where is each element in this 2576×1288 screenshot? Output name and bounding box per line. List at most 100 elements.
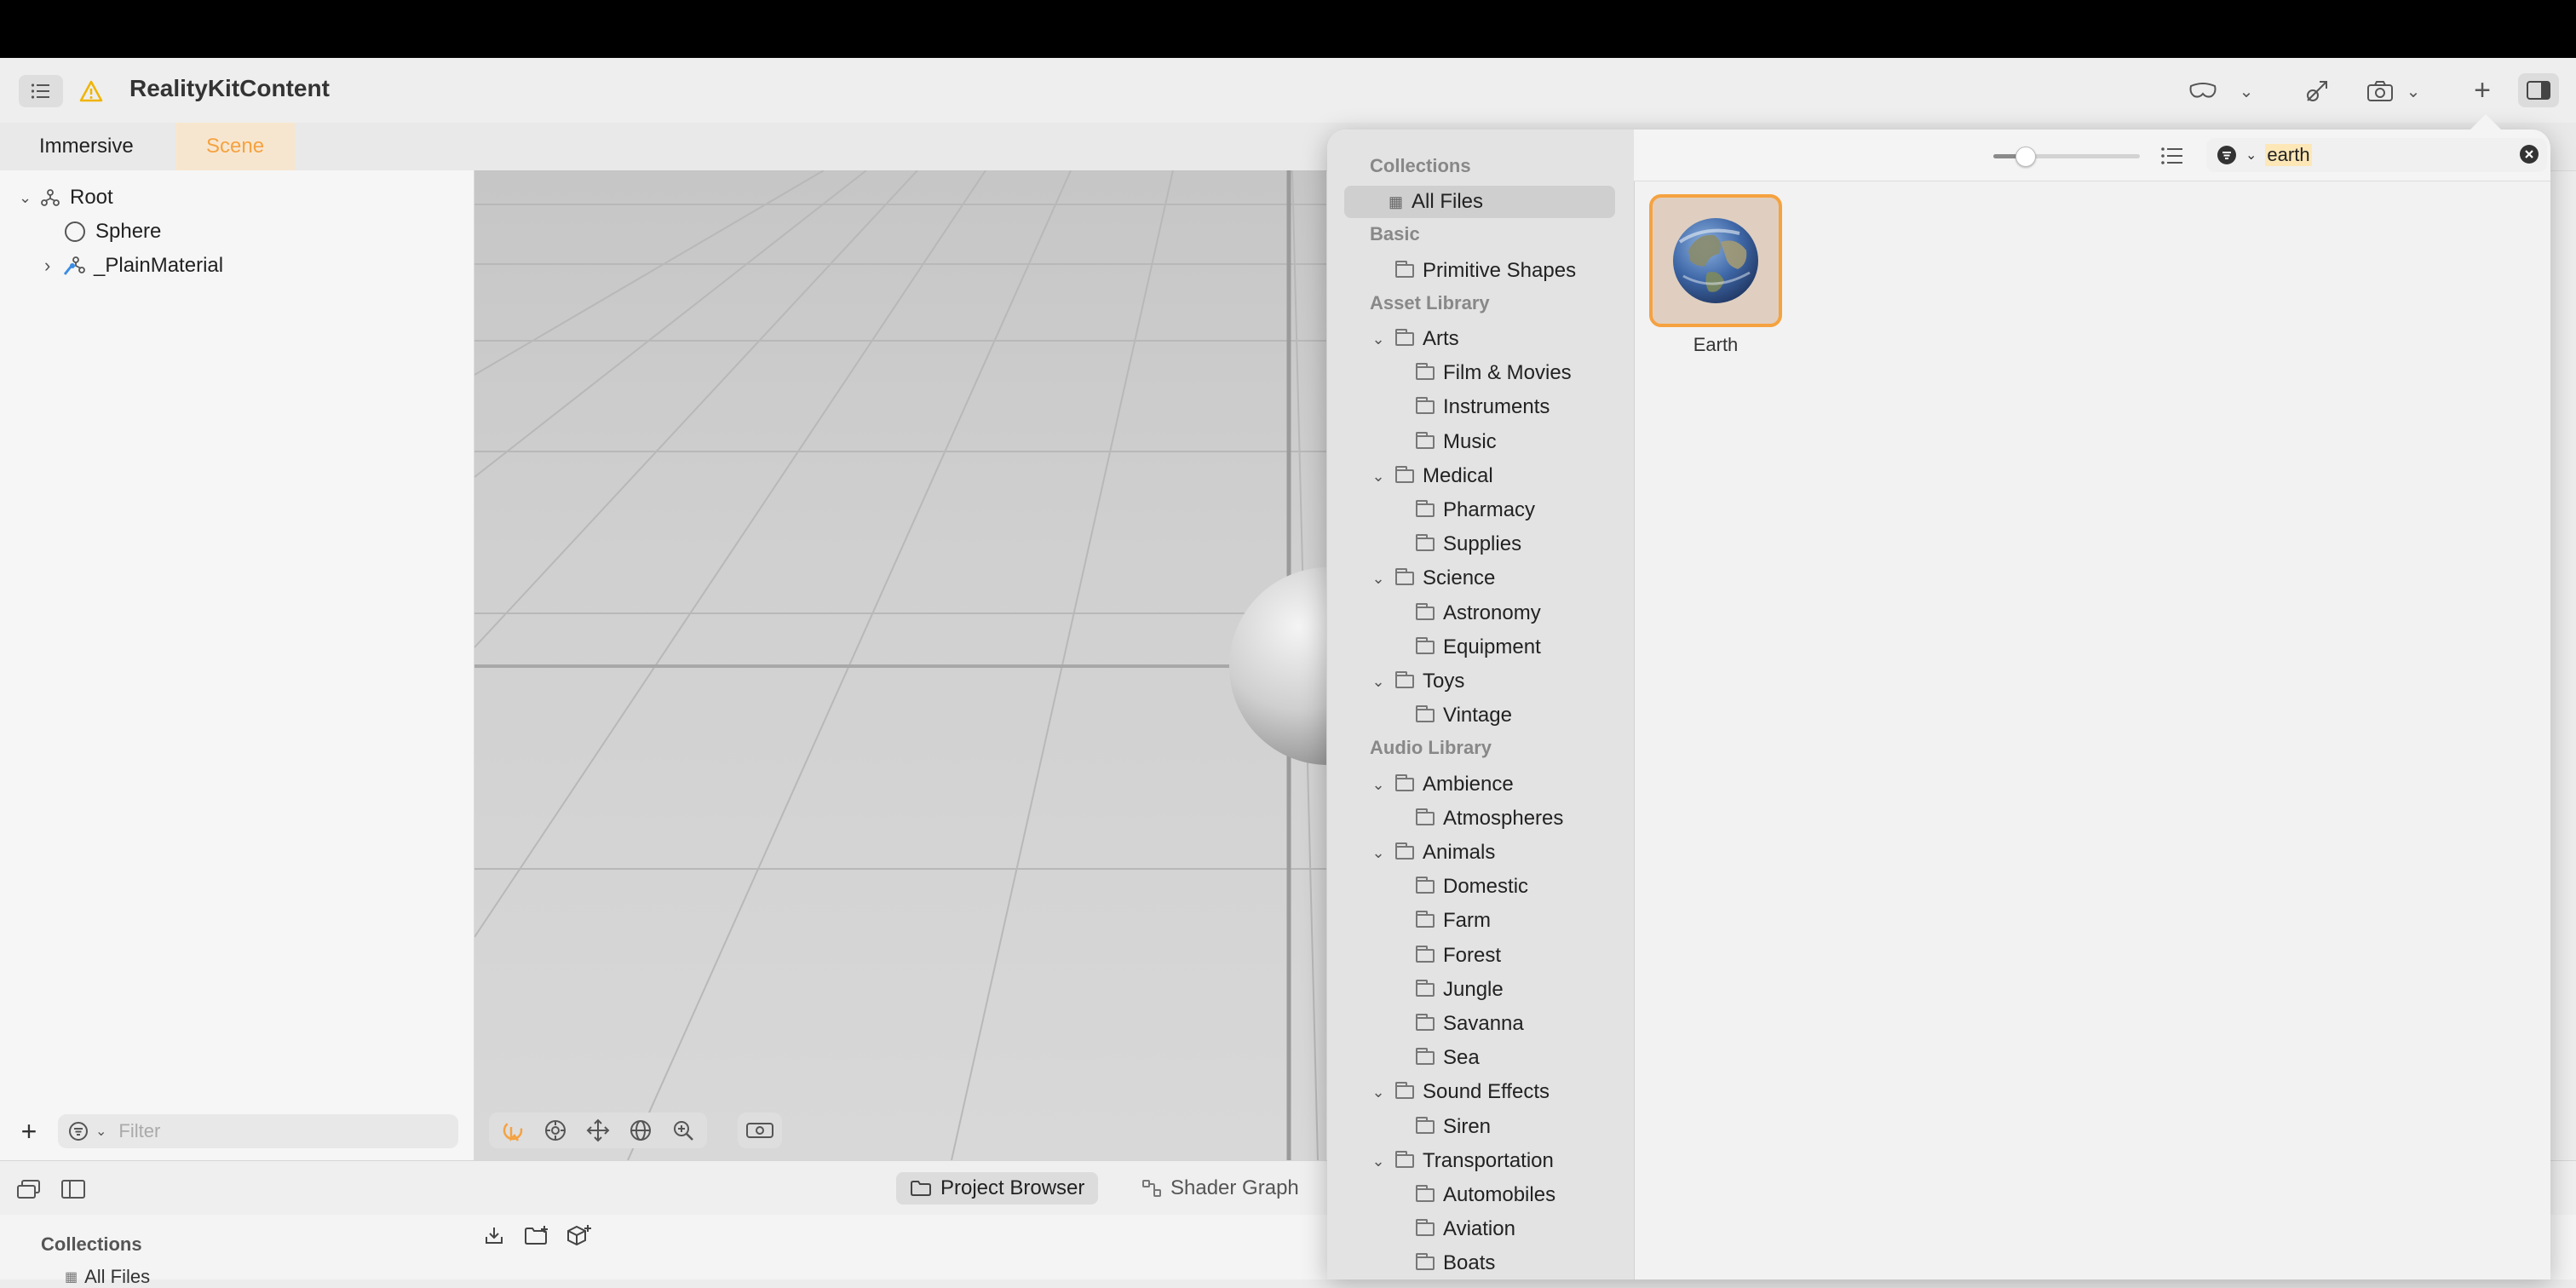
chevron-down-icon[interactable]: ⌄ <box>1370 460 1387 492</box>
camera-mode-icon[interactable] <box>738 1113 782 1148</box>
library-item-siren[interactable]: Siren <box>1392 1111 1491 1143</box>
system-top-bar <box>0 0 2576 58</box>
chevron-down-icon[interactable]: ⌄ <box>1370 1076 1387 1108</box>
globe-icon <box>1673 218 1758 303</box>
asset-label-earth: Earth <box>1693 334 1739 355</box>
asset-tile-earth[interactable] <box>1649 194 1782 327</box>
library-item-savanna[interactable]: Savanna <box>1392 1008 1524 1040</box>
chevron-down-icon[interactable]: ⌄ <box>1370 1145 1387 1177</box>
chevron-down-icon[interactable]: ⌄ <box>1370 837 1387 869</box>
import-icon[interactable] <box>480 1222 508 1249</box>
search-chevron-icon[interactable]: ⌄ <box>2245 147 2257 164</box>
library-item-automobiles[interactable]: Automobiles <box>1392 1179 1555 1211</box>
library-item-medical[interactable]: ⌄ Medical <box>1370 460 1493 492</box>
list-view-icon[interactable] <box>2155 141 2189 170</box>
library-item-vintage[interactable]: Vintage <box>1392 699 1512 732</box>
add-entity-plus-icon[interactable]: + <box>14 1116 44 1147</box>
scene-viewport[interactable] <box>474 170 1326 1160</box>
grid-icon: ▦ <box>65 1270 78 1285</box>
tree-item-plain-material[interactable]: › _PlainMaterial <box>44 249 223 283</box>
library-item-transportation[interactable]: ⌄ Transportation <box>1370 1145 1554 1177</box>
filter-icon[interactable] <box>2217 145 2237 165</box>
tab-shader-graph[interactable]: Shader Graph <box>1128 1172 1313 1205</box>
library-item-forest[interactable]: Forest <box>1392 940 1501 972</box>
library-item-film-movies[interactable]: Film & Movies <box>1392 357 1572 389</box>
sidebar-toggle-icon[interactable] <box>58 1176 89 1203</box>
tab-immersive[interactable]: Immersive <box>9 123 164 170</box>
rotate-tool-icon[interactable] <box>629 1118 653 1142</box>
chevron-down-icon[interactable]: ⌄ <box>19 181 37 215</box>
library-item-label: Aviation <box>1443 1217 1515 1241</box>
library-item-label: Transportation <box>1423 1148 1554 1172</box>
size-slider[interactable] <box>1993 147 2140 167</box>
library-item-pharmacy[interactable]: Pharmacy <box>1392 494 1535 526</box>
headset-icon[interactable] <box>2186 77 2220 106</box>
filter-placeholder[interactable]: Filter <box>118 1120 160 1142</box>
chevron-down-icon[interactable]: ⌄ <box>1370 665 1387 698</box>
orbit-tool-icon[interactable] <box>543 1118 567 1142</box>
filter-field[interactable]: ⌄ Filter <box>58 1114 458 1148</box>
chevron-down-icon[interactable]: ⌄ <box>1370 562 1387 595</box>
move-tool-icon[interactable] <box>586 1118 610 1142</box>
list-icon[interactable] <box>19 75 63 107</box>
search-input[interactable]: earth <box>2265 144 2312 166</box>
tree-item-sphere[interactable]: Sphere <box>65 215 161 249</box>
tab-project-browser[interactable]: Project Browser <box>896 1172 1099 1205</box>
library-item-science[interactable]: ⌄ Science <box>1370 562 1495 595</box>
tab-scene[interactable]: Scene <box>175 123 296 170</box>
library-item-astronomy[interactable]: Astronomy <box>1392 597 1541 630</box>
new-entity-icon[interactable] <box>564 1222 595 1249</box>
library-item-farm[interactable]: Farm <box>1392 905 1491 937</box>
library-item-jungle[interactable]: Jungle <box>1392 974 1504 1006</box>
library-item-ambience[interactable]: ⌄ Ambience <box>1370 768 1514 801</box>
library-item-domestic[interactable]: Domestic <box>1392 871 1528 903</box>
library-item-music[interactable]: Music <box>1392 426 1497 458</box>
library-item-sound-effects[interactable]: ⌄ Sound Effects <box>1370 1076 1550 1108</box>
transform-icon[interactable] <box>2300 75 2334 107</box>
popover-arrow <box>2470 114 2501 129</box>
library-item-supplies[interactable]: Supplies <box>1392 528 1521 561</box>
library-item-label: Vintage <box>1443 704 1512 727</box>
library-item-sea[interactable]: Sea <box>1392 1042 1480 1074</box>
windows-icon[interactable] <box>14 1176 44 1203</box>
new-folder-icon[interactable] <box>521 1222 552 1249</box>
chevron-right-icon[interactable]: › <box>44 249 61 283</box>
tree-item-root[interactable]: ⌄ Root <box>19 181 113 215</box>
warning-icon[interactable] <box>77 77 106 106</box>
library-item-instruments[interactable]: Instruments <box>1392 391 1550 423</box>
folder-icon <box>1395 1150 1414 1168</box>
library-item-toys[interactable]: ⌄ Toys <box>1370 665 1464 698</box>
chevron-down-icon[interactable]: ⌄ <box>2234 78 2259 104</box>
filter-chevron-icon[interactable]: ⌄ <box>95 1123 106 1140</box>
folder-icon <box>1416 1185 1435 1202</box>
clear-search-icon[interactable] <box>2518 143 2540 165</box>
zoom-tool-icon[interactable] <box>671 1118 695 1142</box>
search-field[interactable]: ⌄ earth <box>2206 138 2547 172</box>
plus-icon[interactable]: + <box>2465 73 2499 107</box>
library-item-arts[interactable]: ⌄ Arts <box>1370 323 1458 355</box>
chevron-down-icon[interactable]: ⌄ <box>1370 768 1387 801</box>
library-item-label: Ambience <box>1423 772 1514 796</box>
folder-icon <box>1416 1253 1435 1271</box>
library-item-animals[interactable]: ⌄ Animals <box>1370 837 1495 869</box>
project-all-files[interactable]: ▦ All Files <box>65 1266 150 1288</box>
camera-options-chevron-icon[interactable]: ⌄ <box>2401 78 2426 104</box>
library-item-boats[interactable]: Boats <box>1392 1247 1495 1279</box>
select-tool-icon[interactable] <box>501 1118 525 1142</box>
graph-icon <box>1142 1180 1161 1197</box>
library-item-primitive-shapes[interactable]: Primitive Shapes <box>1370 255 1576 287</box>
slider-thumb[interactable] <box>2015 147 2036 167</box>
library-item-label: Siren <box>1443 1114 1492 1138</box>
library-item-atmospheres[interactable]: Atmospheres <box>1392 802 1563 835</box>
folder-icon <box>1416 877 1435 894</box>
library-item-all-files[interactable]: ▦ All Files <box>1344 186 1615 219</box>
filter-icon[interactable] <box>68 1121 89 1141</box>
library-item-label: Pharmacy <box>1443 498 1536 521</box>
grid-icon: ▦ <box>1389 193 1404 211</box>
library-item-aviation[interactable]: Aviation <box>1392 1213 1515 1245</box>
camera-icon[interactable] <box>2363 75 2397 107</box>
inspector-icon[interactable] <box>2518 73 2559 107</box>
library-item-label: Medical <box>1423 463 1493 487</box>
chevron-down-icon[interactable]: ⌄ <box>1370 323 1387 355</box>
library-item-equipment[interactable]: Equipment <box>1392 631 1541 664</box>
